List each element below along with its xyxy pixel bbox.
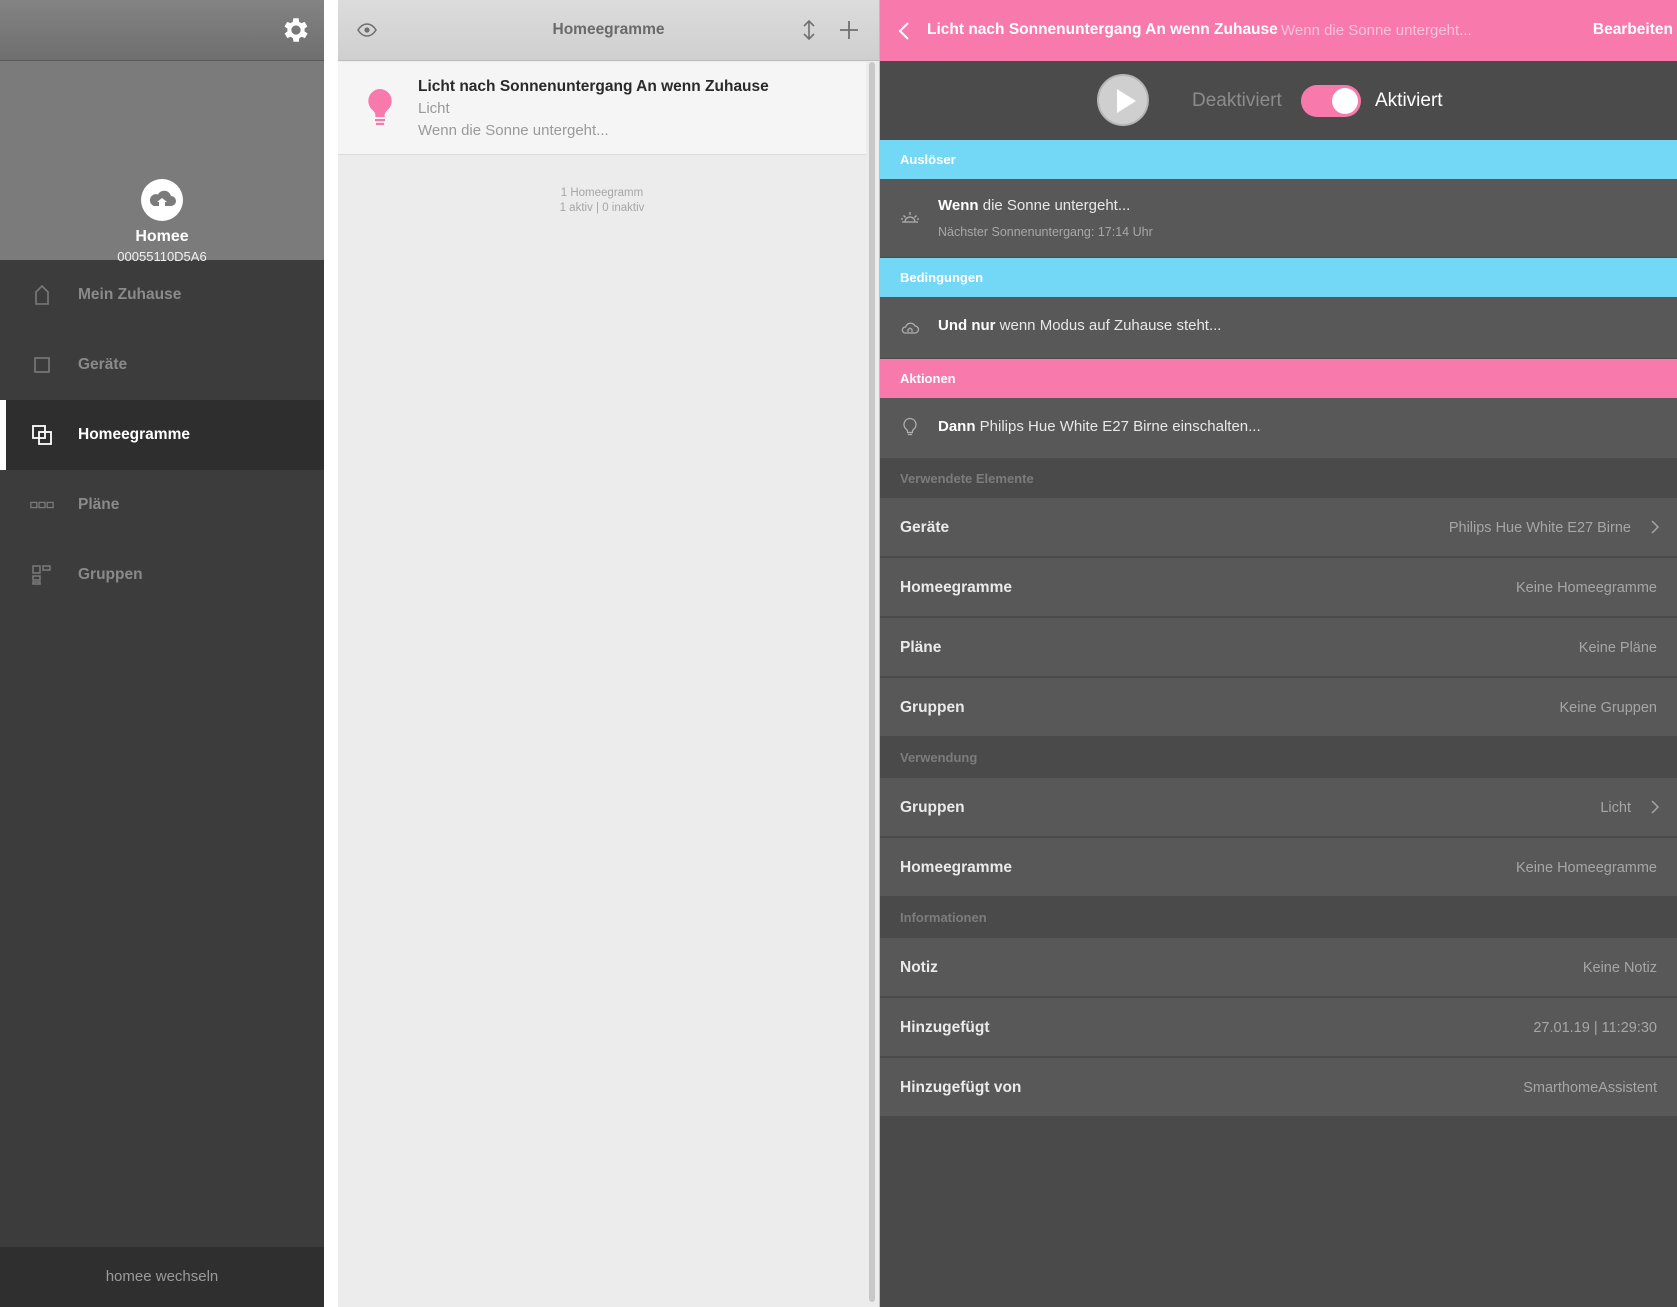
detail-title: Licht nach Sonnenuntergang An wenn Zuhau…	[927, 21, 1278, 38]
row-value: Philips Hue White E27 Birne	[1448, 520, 1631, 536]
home-icon	[35, 284, 49, 305]
condition-row[interactable]: Und nur wenn Modus auf Zuhause steht...	[880, 297, 1677, 358]
info-added-row: Hinzugefügt 27.01.19 | 11:29:30	[880, 998, 1677, 1057]
sidebar-item-homeegramme[interactable]: Homeegramme	[0, 400, 324, 470]
homeegram-detail-panel: Licht nach Sonnenuntergang An wenn Zuhau…	[880, 0, 1677, 1307]
row-key: Notiz	[900, 959, 938, 976]
detail-header: Licht nach Sonnenuntergang An wenn Zuhau…	[880, 0, 1677, 61]
groups-icon	[32, 565, 51, 585]
sidebar-item-geraete[interactable]: Geräte	[0, 330, 324, 400]
row-value: Keine Notiz	[1582, 960, 1657, 976]
chevron-right-icon	[1651, 520, 1659, 534]
condition-text: Und nur wenn Modus auf Zuhause steht...	[938, 317, 1222, 334]
used-plans-row: Pläne Keine Pläne	[880, 618, 1677, 677]
row-value: Licht	[1600, 800, 1631, 816]
edit-button[interactable]: Bearbeiten	[1593, 21, 1673, 39]
lightbulb-icon	[368, 89, 392, 125]
play-button[interactable]	[1097, 74, 1149, 126]
trigger-row[interactable]: Wenn die Sonne untergeht... Nächster Son…	[880, 179, 1677, 257]
list-title: Homeegramme	[552, 21, 665, 38]
gear-icon[interactable]	[280, 14, 312, 46]
toggle-knob	[1332, 88, 1358, 114]
used-devices-row[interactable]: Geräte Philips Hue White E27 Birne	[880, 498, 1677, 557]
activated-label: Aktiviert	[1375, 90, 1443, 111]
sidebar: Homee 00055110D5A6 Mein Zuhause Geräte H…	[0, 0, 324, 1307]
row-key: Homeegramme	[900, 579, 1012, 596]
switch-homee-button[interactable]: homee wechseln	[0, 1247, 324, 1307]
homeegram-description: Wenn die Sonne untergeht...	[418, 122, 609, 139]
cloud-home-icon	[901, 322, 920, 334]
list-summary: 1 Homeegramm 1 aktiv | 0 inaktiv	[338, 186, 866, 216]
row-value: Keine Homeegramme	[1515, 860, 1657, 876]
row-value: Keine Gruppen	[1559, 700, 1657, 716]
plans-icon	[30, 501, 54, 509]
sunset-icon	[901, 212, 919, 223]
homeegram-category: Licht	[418, 100, 450, 117]
row-key: Pläne	[900, 639, 942, 656]
info-note-row: Notiz Keine Notiz	[880, 938, 1677, 997]
hub-name: Homee	[135, 228, 189, 245]
cloud-icon	[141, 179, 183, 221]
sidebar-item-label: Mein Zuhause	[78, 286, 182, 303]
hub-profile: Homee 00055110D5A6	[0, 61, 324, 264]
row-value: SmarthomeAssistent	[1523, 1080, 1657, 1096]
sidebar-item-plaene[interactable]: Pläne	[0, 470, 324, 540]
row-key: Hinzugefügt von	[900, 1079, 1022, 1096]
sidebar-item-label: Pläne	[78, 496, 120, 513]
add-icon[interactable]	[838, 19, 860, 41]
homeegram-icon	[32, 425, 52, 445]
section-info: Informationen	[880, 898, 1677, 937]
homeegram-list-panel: Homeegramme Licht nach Sonnenuntergang A…	[338, 0, 879, 1307]
sidebar-item-mein-zuhause[interactable]: Mein Zuhause	[0, 260, 324, 330]
section-conditions: Bedingungen	[880, 258, 1677, 297]
row-key: Geräte	[900, 519, 950, 536]
scrollbar[interactable]	[869, 62, 875, 1302]
activation-toggle[interactable]	[1301, 85, 1361, 117]
sidebar-item-label: Homeegramme	[78, 426, 190, 443]
sidebar-header	[0, 0, 324, 61]
activation-row: Deaktiviert Aktiviert	[880, 61, 1677, 140]
lightbulb-icon	[903, 417, 917, 436]
sort-icon[interactable]	[801, 19, 817, 41]
chevron-left-icon[interactable]	[898, 21, 910, 41]
used-groups-row: Gruppen Keine Gruppen	[880, 678, 1677, 737]
used-homeegrams-row: Homeegramme Keine Homeegramme	[880, 558, 1677, 617]
play-icon	[1117, 89, 1136, 113]
detail-subtitle: Wenn die Sonne untergeht...	[1281, 22, 1472, 39]
row-key: Gruppen	[900, 799, 965, 816]
action-row[interactable]: Dann Philips Hue White E27 Birne einscha…	[880, 398, 1677, 458]
row-value: Keine Homeegramme	[1515, 580, 1657, 596]
deactivated-label: Deaktiviert	[1192, 90, 1282, 111]
row-key: Gruppen	[900, 699, 965, 716]
sidebar-item-gruppen[interactable]: Gruppen	[0, 540, 324, 610]
summary-count: 1 Homeegramm	[560, 187, 644, 199]
list-item[interactable]: Licht nach Sonnenuntergang An wenn Zuhau…	[338, 62, 866, 155]
column-gap	[324, 0, 338, 1307]
section-used-elements: Verwendete Elemente	[880, 459, 1677, 498]
summary-state: 1 aktiv | 0 inaktiv	[559, 202, 645, 214]
section-trigger: Auslöser	[880, 140, 1677, 179]
list-header: Homeegramme	[338, 0, 879, 61]
trigger-subtext: Nächster Sonnenuntergang: 17:14 Uhr	[938, 225, 1153, 239]
section-actions: Aktionen	[880, 359, 1677, 398]
row-key: Hinzugefügt	[900, 1019, 990, 1036]
section-usage: Verwendung	[880, 738, 1677, 777]
info-added-by-row: Hinzugefügt von SmarthomeAssistent	[880, 1058, 1677, 1117]
chevron-right-icon	[1651, 800, 1659, 814]
sidebar-item-label: Geräte	[78, 356, 128, 373]
square-icon	[34, 357, 50, 373]
homeegram-title: Licht nach Sonnenuntergang An wenn Zuhau…	[418, 78, 769, 95]
usage-homeegrams-row: Homeegramme Keine Homeegramme	[880, 838, 1677, 897]
sidebar-item-label: Gruppen	[78, 566, 143, 583]
row-value: Keine Pläne	[1578, 640, 1657, 656]
action-text: Dann Philips Hue White E27 Birne einscha…	[938, 418, 1261, 435]
trigger-text: Wenn die Sonne untergeht...	[938, 197, 1131, 214]
usage-groups-row[interactable]: Gruppen Licht	[880, 778, 1677, 837]
row-key: Homeegramme	[900, 859, 1012, 876]
row-value: 27.01.19 | 11:29:30	[1533, 1020, 1657, 1036]
